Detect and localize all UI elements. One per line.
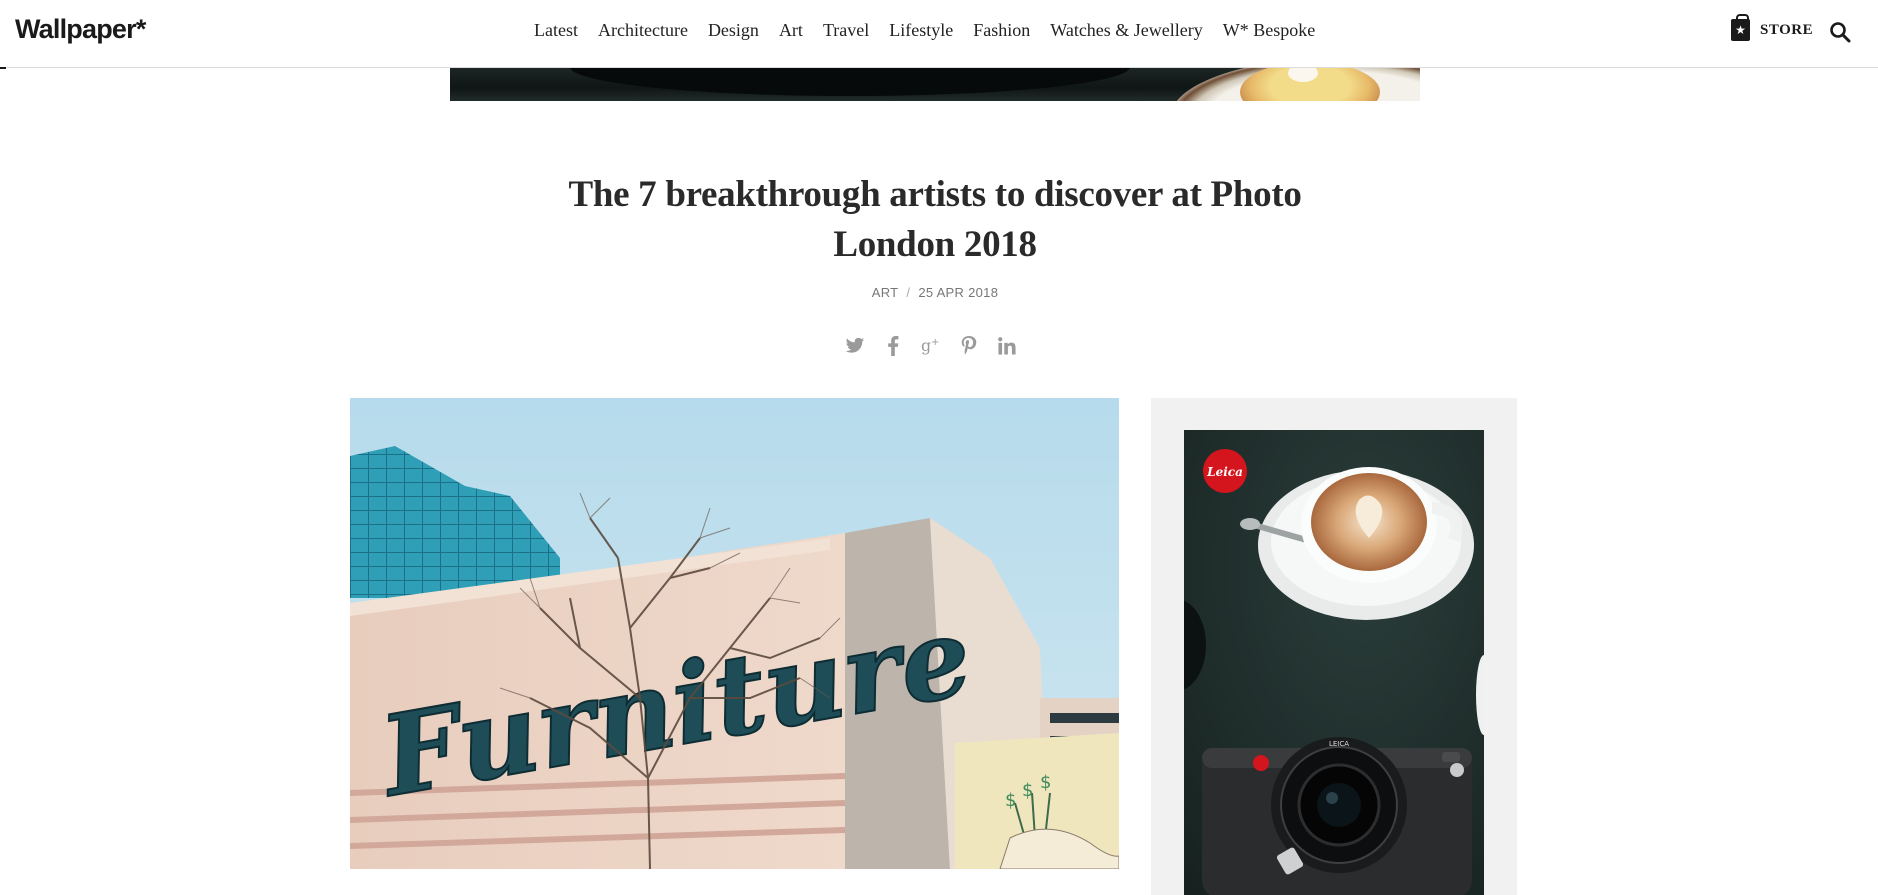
twitter-icon[interactable] xyxy=(845,336,865,356)
nav-item-fashion[interactable]: Fashion xyxy=(973,20,1030,41)
svg-text:g: g xyxy=(921,336,931,355)
shopping-bag-icon: ★ xyxy=(1731,14,1750,41)
hero-image-strip xyxy=(450,68,1420,101)
nav-item-watches-jewellery[interactable]: Watches & Jewellery xyxy=(1050,20,1203,41)
main-nav: Latest Architecture Design Art Travel Li… xyxy=(534,20,1335,41)
site-header: Wallpaper* Latest Architecture Design Ar… xyxy=(0,0,1878,68)
article-meta: ART / 25 APR 2018 xyxy=(740,285,1130,300)
leica-logo-text: Leica xyxy=(1206,465,1243,479)
camera-lens-text: LEICA xyxy=(1329,740,1349,748)
article-title: The 7 breakthrough artists to discover a… xyxy=(568,174,1302,265)
svg-text:$: $ xyxy=(1040,772,1051,793)
store-label: STORE xyxy=(1760,21,1814,38)
store-link[interactable]: ★ STORE xyxy=(1731,14,1814,41)
pinterest-icon[interactable] xyxy=(959,336,979,356)
nav-item-latest[interactable]: Latest xyxy=(534,20,578,41)
nav-item-bespoke[interactable]: W* Bespoke xyxy=(1223,20,1315,41)
article-hero-photo: Furniture $ $ $ xyxy=(350,398,1119,869)
linkedin-icon[interactable] xyxy=(997,336,1017,356)
svg-text:$: $ xyxy=(1005,790,1016,811)
site-logo[interactable]: Wallpaper* xyxy=(15,14,146,45)
nav-item-architecture[interactable]: Architecture xyxy=(598,20,688,41)
svg-text:$: $ xyxy=(1022,780,1033,801)
facebook-icon[interactable] xyxy=(883,336,903,356)
google-plus-icon[interactable]: g + xyxy=(921,336,941,356)
search-icon[interactable] xyxy=(1829,21,1851,43)
meta-separator: / xyxy=(906,285,911,300)
nav-item-art[interactable]: Art xyxy=(779,20,803,41)
nav-item-travel[interactable]: Travel xyxy=(823,20,869,41)
header-divider-mark xyxy=(0,67,6,69)
nav-item-lifestyle[interactable]: Lifestyle xyxy=(889,20,953,41)
nav-item-design[interactable]: Design xyxy=(708,20,759,41)
article-date: 25 APR 2018 xyxy=(918,285,999,300)
leica-advertisement[interactable]: LEICA Leica xyxy=(1184,430,1484,895)
svg-text:+: + xyxy=(931,337,939,348)
article-category[interactable]: ART xyxy=(872,285,899,300)
share-bar: g + xyxy=(845,336,1017,356)
